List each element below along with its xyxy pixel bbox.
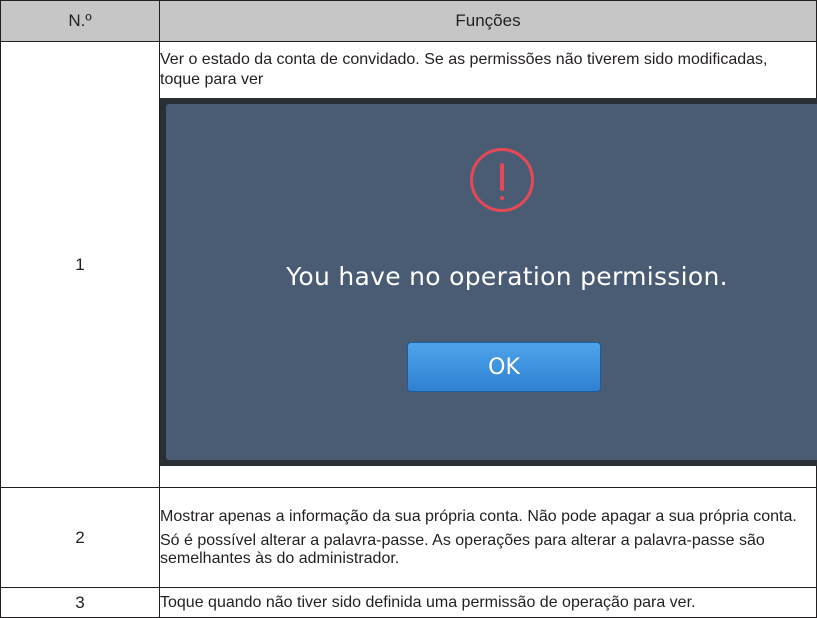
row-function: Ver o estado da conta de convidado. Se a…	[159, 41, 817, 488]
permission-dialog: You have no operation permission. OK	[166, 104, 817, 460]
functions-table: N.º Funções 1 Ver o estado da conta de c…	[0, 0, 817, 618]
warning-icon-bar	[500, 163, 504, 191]
header-number: N.º	[0, 0, 160, 42]
table-row: 1 Ver o estado da conta de convidado. Se…	[0, 41, 817, 488]
row-function: Mostrar apenas a informação da sua própr…	[159, 487, 817, 588]
dialog-message: You have no operation permission.	[286, 262, 728, 291]
warning-icon-dot	[500, 196, 504, 200]
row-number: 3	[0, 587, 160, 618]
row-number: 1	[0, 41, 160, 488]
ok-button[interactable]: OK	[407, 342, 601, 392]
table-row: 3 Toque quando não tiver sido definida u…	[0, 587, 817, 618]
dialog-screenshot: You have no operation permission. OK	[160, 98, 817, 466]
row-paragraph: Mostrar apenas a informação da sua própr…	[160, 507, 797, 525]
row-function: Toque quando não tiver sido definida uma…	[159, 587, 817, 618]
row-paragraph: Só é possível alterar a palavra-passe. A…	[160, 531, 765, 567]
header-functions: Funções	[159, 0, 817, 42]
row-number: 2	[0, 487, 160, 588]
table-header-row: N.º Funções	[0, 0, 817, 42]
table-row: 2 Mostrar apenas a informação da sua pró…	[0, 487, 817, 588]
row-description: Ver o estado da conta de convidado. Se a…	[160, 51, 768, 88]
warning-icon	[470, 148, 534, 212]
